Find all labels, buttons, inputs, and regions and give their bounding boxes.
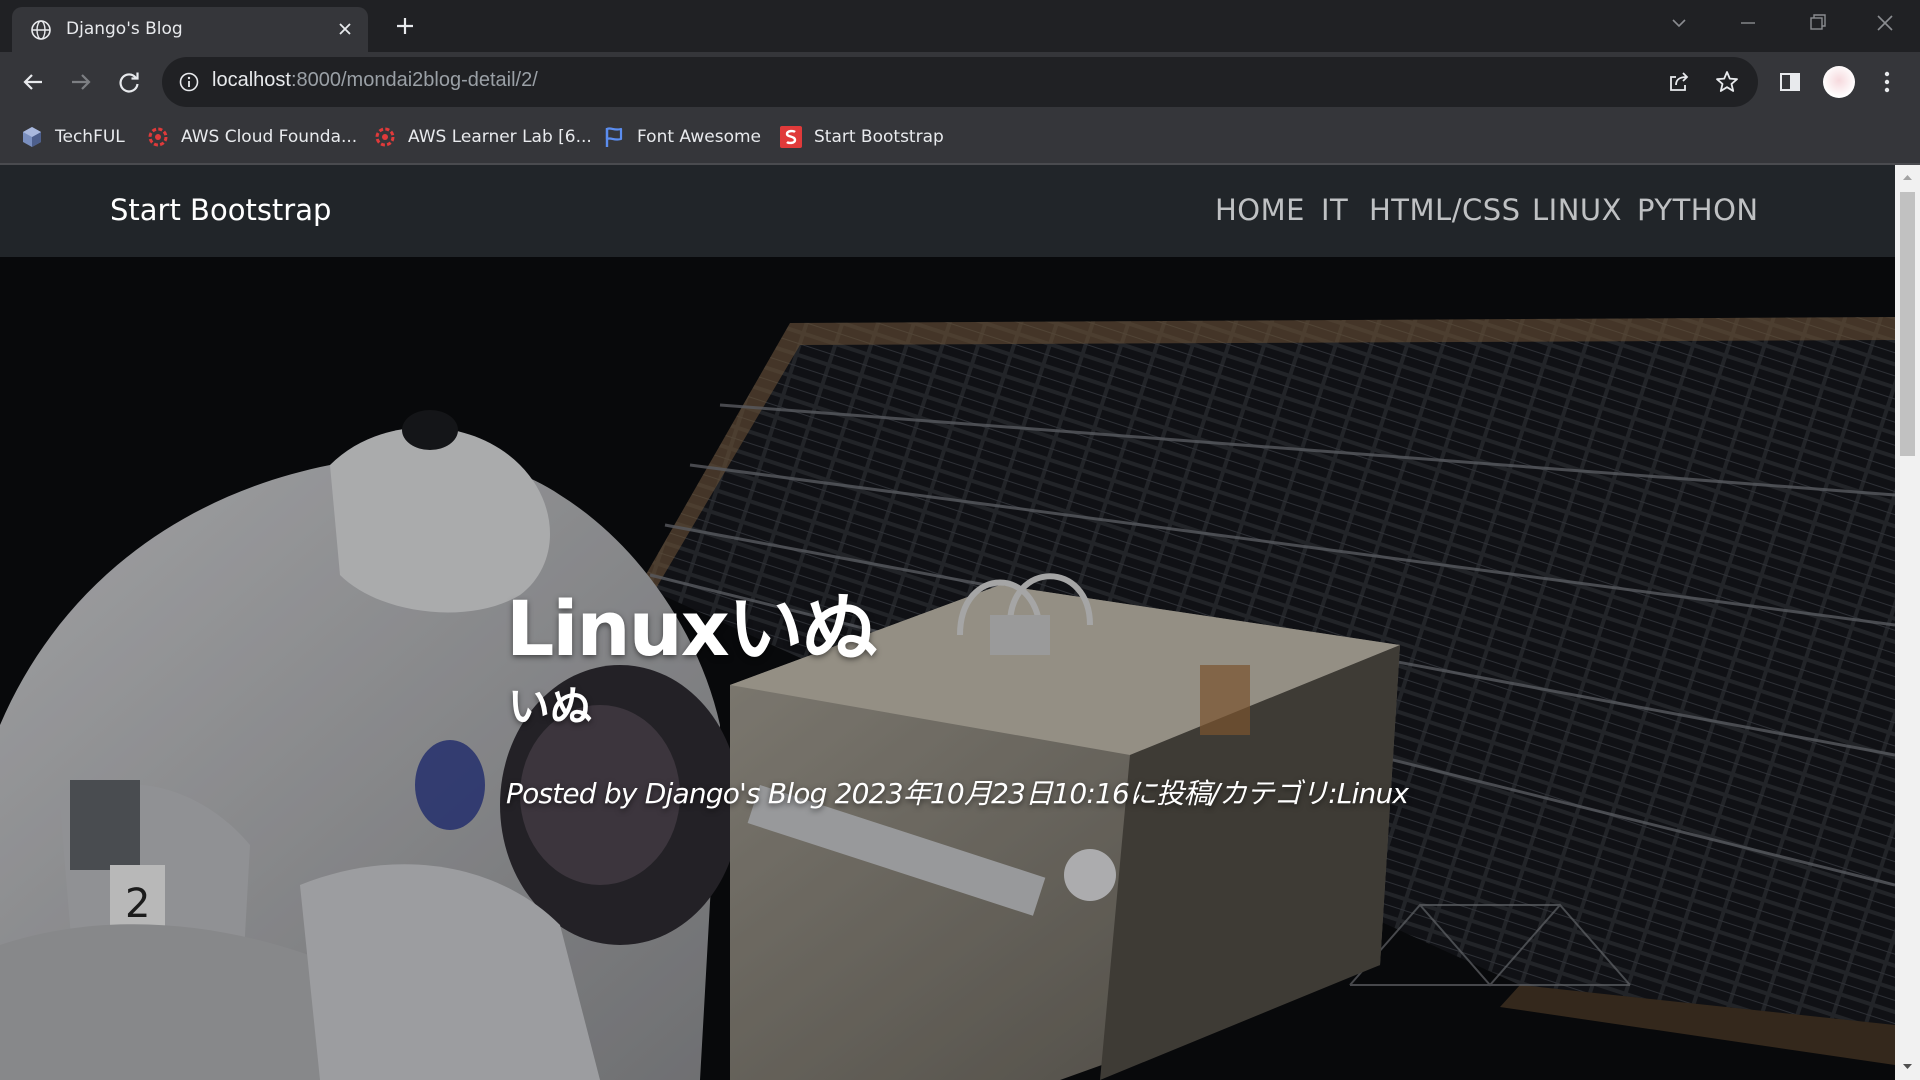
page-viewport: 2 Start Bootstrap HOME IT HTML/CSS LINUX… — [0, 165, 1895, 1080]
url-text[interactable]: localhost:8000/mondai2blog-detail/2/ — [212, 69, 538, 92]
nav-link-it[interactable]: IT — [1321, 193, 1348, 227]
forward-icon[interactable] — [66, 67, 96, 97]
tab-title: Django's Blog — [66, 19, 183, 39]
browser-toolbar: localhost:8000/mondai2blog-detail/2/ — [0, 52, 1920, 112]
nav-link-linux[interactable]: LINUX — [1532, 193, 1622, 227]
restore-icon[interactable] — [1802, 10, 1832, 36]
post-title: Linuxいぬ — [506, 584, 878, 673]
start-bootstrap-icon — [780, 126, 802, 148]
bookmark-start-bootstrap[interactable]: Start Bootstrap — [779, 122, 944, 152]
flag-icon — [605, 127, 623, 147]
hero-background-image: 2 — [0, 165, 1895, 1080]
bookmarks-bar: TechFUL AWS Cloud Founda... AWS Learner … — [0, 112, 1920, 165]
profile-avatar[interactable] — [1823, 66, 1855, 98]
post-subtitle: いぬ — [508, 682, 593, 731]
new-tab-icon[interactable] — [392, 13, 418, 39]
globe-icon — [31, 20, 51, 40]
bookmark-label: Start Bootstrap — [814, 127, 944, 147]
scrollbar-thumb[interactable] — [1900, 192, 1915, 456]
bookmark-font-awesome[interactable]: Font Awesome — [602, 122, 761, 152]
kebab-menu-icon[interactable] — [1872, 67, 1902, 97]
bookmark-aws-cloud-foundations[interactable]: AWS Cloud Founda... — [146, 122, 357, 152]
post-meta: Posted by Django's Blog 2023年10月23日10:16… — [506, 777, 1409, 810]
bookmark-label: Font Awesome — [637, 127, 761, 147]
side-panel-icon[interactable] — [1775, 67, 1805, 97]
bookmark-label: AWS Learner Lab [6... — [408, 127, 592, 147]
close-window-icon[interactable] — [1870, 10, 1900, 36]
nav-link-html-css[interactable]: HTML/CSS — [1369, 193, 1521, 227]
url-path: :8000/mondai2blog-detail/2/ — [290, 69, 538, 91]
share-icon[interactable] — [1666, 69, 1692, 95]
scroll-down-arrow-icon[interactable] — [1902, 1061, 1913, 1072]
scroll-up-arrow-icon[interactable] — [1902, 172, 1913, 183]
browser-tabstrip: Django's Blog — [0, 0, 1920, 52]
bookmark-label: TechFUL — [55, 127, 125, 147]
aws-academy-icon — [375, 127, 395, 147]
site-navbar: Start Bootstrap HOME IT HTML/CSS LINUX P… — [0, 165, 1895, 257]
bookmark-star-icon[interactable] — [1714, 69, 1740, 95]
cube-icon — [23, 127, 41, 147]
close-tab-icon[interactable] — [336, 20, 354, 38]
reload-icon[interactable] — [114, 67, 144, 97]
tab-search-chevron-icon[interactable] — [1664, 10, 1694, 36]
bookmark-techful[interactable]: TechFUL — [20, 122, 125, 152]
site-brand-link[interactable]: Start Bootstrap — [110, 193, 331, 227]
minimize-icon[interactable] — [1733, 10, 1763, 36]
page-scrollbar[interactable] — [1895, 165, 1920, 1080]
nav-link-python[interactable]: PYTHON — [1637, 193, 1759, 227]
bookmark-aws-learner-lab[interactable]: AWS Learner Lab [6... — [373, 122, 592, 152]
back-icon[interactable] — [18, 67, 48, 97]
bookmark-label: AWS Cloud Founda... — [181, 127, 358, 147]
url-host: localhost — [212, 69, 291, 91]
nav-link-home[interactable]: HOME — [1215, 193, 1305, 227]
aws-academy-icon — [148, 127, 168, 147]
browser-tab-active[interactable]: Django's Blog — [12, 7, 368, 52]
site-info-icon[interactable] — [178, 71, 200, 93]
address-bar[interactable]: localhost:8000/mondai2blog-detail/2/ — [162, 57, 1758, 107]
